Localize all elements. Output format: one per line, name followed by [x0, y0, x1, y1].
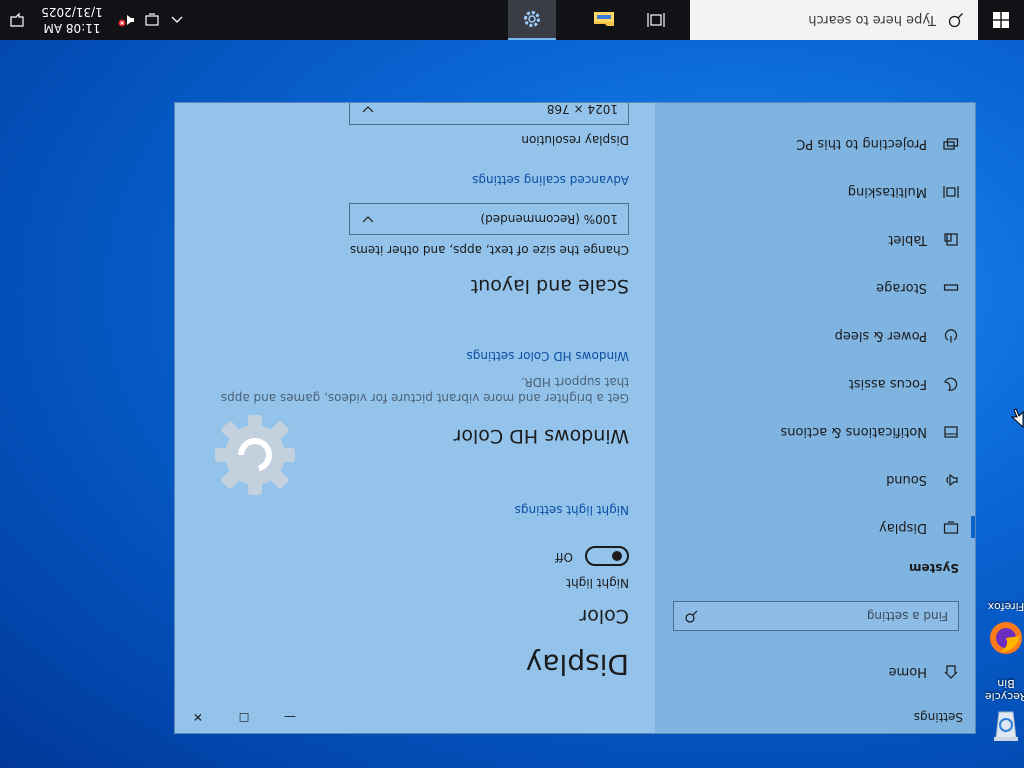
scale-description: Change the size of text, apps, and other…: [349, 243, 629, 257]
scale-heading: Scale and layout: [470, 275, 629, 297]
minimize-button[interactable]: —: [267, 701, 313, 733]
desktop-icon-firefox[interactable]: Firefox: [976, 600, 1024, 658]
window-title: Settings: [913, 710, 963, 724]
network-icon: [145, 13, 159, 26]
volume-button[interactable]: [114, 0, 140, 40]
sidebar-item-sound[interactable]: Sound: [655, 457, 975, 503]
night-light-toggle[interactable]: [585, 546, 629, 566]
chevron-down-icon: [362, 212, 374, 226]
storage-icon: [941, 278, 961, 298]
clock[interactable]: 11:08 AM 1/31/2025: [32, 2, 112, 36]
network-button[interactable]: [138, 0, 164, 40]
projector-icon: [941, 134, 961, 154]
settings-gear-loading-icon: [205, 405, 305, 505]
sidebar-item-label: Projecting to this PC: [796, 136, 927, 152]
mouse-cursor: [1010, 404, 1024, 429]
clock-time: 11:08 AM: [43, 21, 101, 35]
sidebar-item-label: Focus assist: [848, 376, 927, 392]
sidebar-item-label: Notifications & actions: [780, 424, 927, 440]
resolution-dropdown-value: 1024 × 768: [546, 102, 618, 116]
resolution-label: Display resolution: [521, 133, 629, 147]
desktop-icon-recycle-bin[interactable]: Recycle Bin: [976, 677, 1024, 748]
speaker-icon: [941, 470, 961, 490]
folder-icon: [594, 12, 614, 26]
desktop-icon-label: Recycle Bin: [984, 677, 1024, 703]
taskbar: Type here to search 11:08 AM 1/31/2025: [0, 0, 1024, 40]
hd-color-settings-link[interactable]: Windows HD Color settings: [467, 349, 629, 363]
sidebar-item-label: Multitasking: [847, 184, 927, 200]
gear-icon: [524, 11, 540, 27]
sidebar-item-multitasking[interactable]: Multitasking: [655, 169, 975, 215]
search-icon: [684, 607, 698, 626]
sidebar-item-power-sleep[interactable]: Power & sleep: [655, 313, 975, 359]
settings-taskbar-button[interactable]: [508, 0, 556, 40]
notification-icon: [10, 12, 24, 27]
sidebar-item-projecting[interactable]: Projecting to this PC: [655, 121, 975, 167]
sidebar-item-notifications[interactable]: Notifications & actions: [655, 409, 975, 455]
resolution-dropdown[interactable]: 1024 × 768: [349, 102, 629, 125]
night-light-label: Night light: [566, 576, 629, 590]
windows-logo-icon: [993, 12, 1009, 28]
volume-muted-icon: [118, 15, 134, 27]
file-explorer-button[interactable]: [580, 0, 628, 40]
power-icon: [941, 326, 961, 346]
taskbar-search-placeholder: Type here to search: [808, 12, 936, 28]
hd-color-description-cont: that support HDR.: [520, 375, 629, 389]
night-light-settings-link[interactable]: Night light settings: [515, 503, 629, 517]
home-icon: [941, 662, 961, 682]
sidebar-item-label: Tablet: [888, 232, 927, 248]
advanced-scaling-link[interactable]: Advanced scaling settings: [472, 173, 629, 187]
sidebar-item-label: Power & sleep: [834, 328, 927, 344]
sidebar-section-heading: System: [909, 561, 959, 575]
desktop-icon-label: Firefox: [987, 600, 1024, 613]
settings-sidebar: Settings Home Find a setting System Disp…: [655, 103, 975, 733]
action-center-button[interactable]: [0, 0, 34, 40]
toggle-knob: [612, 551, 622, 561]
find-setting-placeholder: Find a setting: [866, 609, 948, 623]
page-title: Display: [525, 648, 629, 681]
recycle-bin-icon: [994, 711, 1018, 741]
sidebar-item-storage[interactable]: Storage: [655, 265, 975, 311]
desktop: Recycle Bin Firefox Settings Home Find a…: [0, 0, 1024, 768]
moon-icon: [941, 374, 961, 394]
search-icon: [948, 13, 963, 28]
display-icon: [941, 518, 961, 538]
firefox-icon: [990, 622, 1022, 654]
task-view-button[interactable]: [632, 0, 680, 40]
task-view-icon: [647, 13, 665, 27]
notifications-icon: [941, 422, 961, 442]
scale-dropdown[interactable]: 100% (Recommended): [349, 203, 629, 235]
chevron-up-icon: [171, 16, 183, 23]
settings-window: Settings Home Find a setting System Disp…: [174, 102, 976, 734]
content-scrollbar[interactable]: [174, 315, 175, 705]
sidebar-item-label: Storage: [876, 280, 927, 296]
taskbar-search-input[interactable]: Type here to search: [690, 0, 978, 40]
hd-color-heading: Windows HD Color: [453, 425, 629, 447]
sidebar-item-home[interactable]: Home: [655, 649, 975, 695]
sidebar-item-label: Display: [879, 520, 927, 536]
close-button[interactable]: ✕: [175, 701, 221, 733]
tablet-icon: [941, 230, 961, 250]
chevron-down-icon: [362, 102, 374, 116]
sidebar-item-tablet[interactable]: Tablet: [655, 217, 975, 263]
hd-color-description: Get a brighter and more vibrant picture …: [220, 391, 629, 405]
maximize-button[interactable]: ☐: [221, 701, 267, 733]
settings-content: Display Color Night light Off Night ligh…: [175, 102, 655, 733]
color-heading: Color: [579, 605, 629, 627]
clock-date: 1/31/2025: [41, 5, 103, 19]
show-hidden-icons-button[interactable]: [164, 0, 190, 40]
start-button[interactable]: [978, 0, 1024, 40]
multitasking-icon: [941, 182, 961, 202]
scale-dropdown-value: 100% (Recommended): [480, 212, 618, 226]
sidebar-item-display[interactable]: Display: [655, 505, 975, 551]
night-light-state: Off: [555, 550, 573, 564]
find-setting-input[interactable]: Find a setting: [673, 601, 959, 631]
sidebar-item-label: Sound: [886, 472, 927, 488]
sidebar-item-focus-assist[interactable]: Focus assist: [655, 361, 975, 407]
sidebar-item-label: Home: [888, 664, 927, 680]
